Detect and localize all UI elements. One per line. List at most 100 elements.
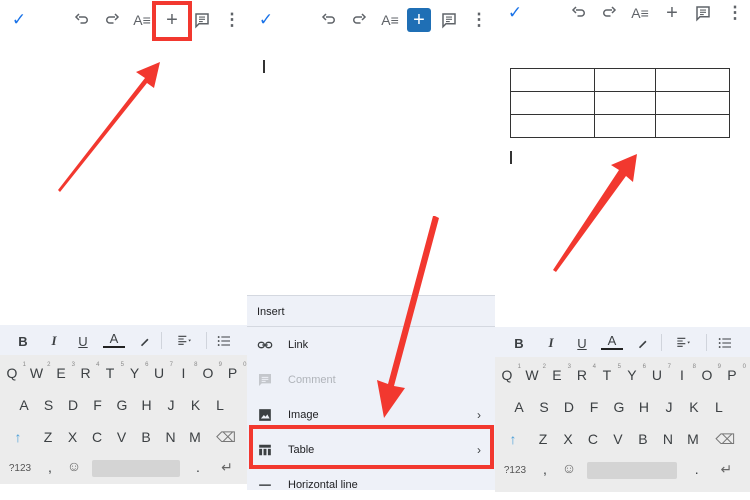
keyboard: Q 1 W 2 E 3 R 4 T 5 Y 6 U 7 I 8 O 9 P 0 A S D F G H J K L ↑ Z X C V B N M ⌫ ?1… [495, 357, 750, 492]
key-y[interactable]: Y6 [125, 362, 149, 381]
key-number-hint: 5 [617, 364, 621, 370]
enter-key[interactable]: ↵ [217, 459, 237, 476]
key-k[interactable]: K [684, 399, 704, 415]
format-bar: B I U A [495, 327, 750, 357]
key-k[interactable]: K [186, 397, 206, 413]
text-color-button[interactable]: A [103, 330, 125, 348]
bold-button[interactable]: B [12, 330, 34, 352]
key-number-hint: 1 [517, 364, 521, 370]
comma-key[interactable]: , [40, 459, 60, 475]
key-h[interactable]: H [137, 397, 157, 413]
key-v[interactable]: V [608, 431, 628, 447]
key-x[interactable]: X [558, 431, 578, 447]
key-g[interactable]: G [609, 399, 629, 415]
step-1-panel: ✓ A≡ + ⋮ B I U A Q1W2E3R4T5Y6U7I 8 O 9 P… [0, 0, 247, 500]
highlight-pen-icon[interactable] [632, 332, 654, 354]
divider [161, 332, 162, 349]
key-j[interactable]: J [659, 399, 679, 415]
key-j[interactable]: J [161, 397, 181, 413]
bullet-list-icon[interactable] [213, 330, 235, 352]
symbols-key[interactable]: ?123 [6, 463, 34, 474]
key-u[interactable]: U7 [149, 362, 173, 381]
key-c[interactable]: C [87, 429, 107, 445]
key-c[interactable]: C [583, 431, 603, 447]
key-m[interactable]: M [683, 431, 703, 447]
key-g[interactable]: G [112, 397, 132, 413]
align-left-icon[interactable] [672, 332, 696, 354]
key-t[interactable]: T5 [100, 362, 124, 381]
key-e[interactable]: E3 [51, 362, 75, 381]
period-key[interactable]: . [188, 459, 208, 475]
highlight-pen-icon[interactable] [134, 330, 156, 352]
key-number-hint: 5 [120, 362, 124, 368]
annotation-arrow-2 [377, 216, 439, 418]
key-l[interactable]: L [210, 397, 230, 413]
underline-button[interactable]: U [72, 330, 94, 352]
emoji-key[interactable]: ☺ [64, 458, 84, 474]
key-r[interactable]: R4 [572, 364, 596, 383]
key-z[interactable]: Z [533, 431, 553, 447]
key-d[interactable]: D [559, 399, 579, 415]
bullet-list-icon[interactable] [714, 332, 736, 354]
nav-bar [0, 484, 247, 500]
key-w[interactable]: W2 [522, 364, 546, 383]
key-o[interactable]: O9 [697, 364, 720, 383]
key-y[interactable]: Y6 [622, 364, 646, 383]
space-bar[interactable] [587, 462, 677, 479]
period-key[interactable]: . [687, 461, 707, 477]
divider [206, 332, 207, 349]
key-n[interactable]: N [161, 429, 181, 445]
key-t[interactable]: T5 [597, 364, 621, 383]
key-number-hint: 7 [169, 362, 173, 368]
key-a[interactable]: A [509, 399, 529, 415]
key-number-hint: 9 [717, 364, 721, 370]
key-w[interactable]: W2 [27, 362, 51, 381]
text-color-button[interactable]: A [601, 332, 623, 350]
key-v[interactable]: V [112, 429, 132, 445]
key-p[interactable]: P0 [223, 362, 247, 381]
key-number-hint: 6 [642, 364, 646, 370]
key-d[interactable]: D [63, 397, 83, 413]
key-i[interactable]: I8 [174, 362, 198, 381]
shift-key[interactable]: ↑ [503, 431, 523, 447]
key-number-hint: 8 [692, 364, 696, 370]
key-x[interactable]: X [63, 429, 83, 445]
key-l[interactable]: L [709, 399, 729, 415]
key-f[interactable]: F [584, 399, 604, 415]
key-h[interactable]: H [634, 399, 654, 415]
keyboard: Q 1 W 2 E 3 R 4 T 5 Y 6 U 7 I 8 O 9 P 0 A S D F G H J K L ↑ Z X C V B N M ⌫ ?1… [0, 355, 247, 485]
key-a[interactable]: A [14, 397, 34, 413]
key-f[interactable]: F [88, 397, 108, 413]
comma-key[interactable]: , [535, 461, 555, 477]
key-i[interactable]: I8 [672, 364, 696, 383]
key-z[interactable]: Z [38, 429, 58, 445]
key-s[interactable]: S [534, 399, 554, 415]
key-s[interactable]: S [39, 397, 59, 413]
backspace-key[interactable]: ⌫ [715, 431, 735, 448]
symbols-key[interactable]: ?123 [501, 465, 529, 476]
key-q[interactable]: Q1 [497, 364, 521, 383]
emoji-key[interactable]: ☺ [559, 460, 579, 476]
bold-button[interactable]: B [508, 332, 530, 354]
key-number-hint: 0 [243, 362, 247, 368]
key-m[interactable]: M [185, 429, 205, 445]
underline-button[interactable]: U [571, 332, 593, 354]
align-left-icon[interactable] [173, 330, 197, 352]
key-o[interactable]: O9 [198, 362, 222, 381]
key-p[interactable]: P0 [722, 364, 746, 383]
key-q[interactable]: Q1 [2, 362, 26, 381]
key-b[interactable]: B [136, 429, 156, 445]
italic-button[interactable]: I [540, 332, 562, 354]
key-u[interactable]: U7 [647, 364, 671, 383]
backspace-key[interactable]: ⌫ [216, 429, 236, 446]
annotation-arrow-3 [553, 154, 637, 272]
key-n[interactable]: N [658, 431, 678, 447]
space-bar[interactable] [92, 460, 180, 477]
key-number-hint: 3 [567, 364, 571, 370]
key-e[interactable]: E3 [547, 364, 571, 383]
key-r[interactable]: R4 [76, 362, 99, 381]
enter-key[interactable]: ↵ [716, 461, 736, 478]
italic-button[interactable]: I [43, 330, 65, 352]
shift-key[interactable]: ↑ [8, 429, 28, 445]
key-b[interactable]: B [633, 431, 653, 447]
